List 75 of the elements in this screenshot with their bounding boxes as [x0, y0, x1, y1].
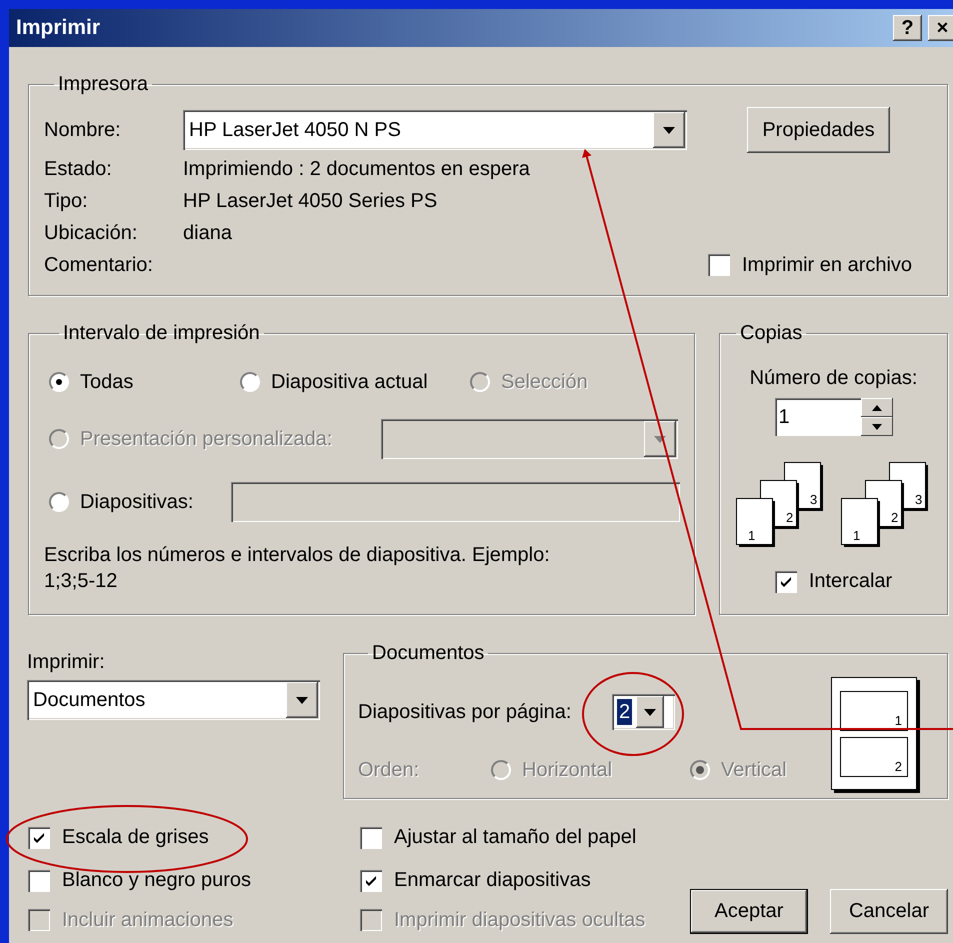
group-title: Copias [739, 322, 804, 344]
checkbox-label: Blanco y negro puros [62, 869, 252, 892]
field-label: Estado: [44, 157, 113, 182]
radio-label: Todas [80, 370, 134, 394]
field-value: diana [183, 221, 233, 246]
printer-dropdown[interactable]: HP LaserJet 4050 N PS [183, 110, 687, 150]
page-number: 2 [786, 510, 794, 525]
checkbox[interactable] [28, 870, 50, 892]
group-title: Documentos [371, 642, 486, 664]
copies-field[interactable]: 1 [774, 398, 860, 436]
page-number: 3 [810, 492, 818, 507]
caret-icon [663, 126, 675, 134]
page-number: 3 [915, 492, 922, 507]
radio-label: Diapositiva actual [271, 370, 428, 394]
radio-label: Presentación personalizada: [80, 428, 332, 450]
field-label: Ubicación: [44, 221, 138, 246]
checkbox-label: Intercalar [808, 570, 892, 593]
slide-number: 2 [894, 760, 902, 774]
group-title: Impresora [57, 73, 150, 95]
field-label: Orden: [358, 758, 420, 782]
field-label: Comentario: [44, 253, 154, 278]
checkbox[interactable] [360, 870, 382, 892]
caret-icon [644, 708, 656, 716]
checkmark-icon [778, 574, 793, 588]
checkbox-label: Imprimir en archivo [742, 254, 912, 276]
dropdown-button[interactable] [644, 421, 676, 457]
field-value: Imprimiendo : 2 documentos en espera [183, 157, 531, 182]
page-number: 1 [853, 528, 860, 543]
radio-label: Horizontal [522, 758, 612, 782]
radio-button[interactable] [240, 372, 260, 392]
field-label: Imprimir: [27, 650, 106, 674]
dropdown-button[interactable] [653, 112, 685, 148]
window-title: Imprimir [16, 16, 102, 40]
slides-field[interactable] [231, 482, 680, 522]
ok-button[interactable]: Aceptar [690, 889, 808, 934]
slides-per-page-dropdown[interactable]: 2 [612, 694, 675, 730]
dropdown-button[interactable] [636, 696, 664, 728]
radio-label: Selección [501, 370, 588, 394]
field-label: Diapositivas por página: [358, 700, 572, 724]
checkbox-label: Escala de grises [62, 826, 209, 849]
checkmark-icon [364, 874, 378, 888]
hint-text: Escriba los números e intervalos de diapositiva. Ejemplo: 1;3;5-12 [44, 543, 551, 594]
slide-number: 1 [894, 714, 902, 728]
radio-button[interactable] [49, 492, 69, 512]
checkbox-label: Enmarcar diapositivas [394, 869, 591, 892]
group-title: Intervalo de impresión [62, 322, 261, 344]
close-button[interactable]: × [928, 15, 953, 41]
field-label: Número de copias: [750, 366, 918, 391]
dropdown-button[interactable] [286, 682, 318, 718]
checkbox-label: Incluir animaciones [62, 908, 234, 932]
checkbox[interactable] [360, 826, 382, 848]
checkmark-icon [32, 830, 46, 844]
spin-arrow-icon [872, 424, 882, 430]
radio-button[interactable] [49, 372, 69, 392]
checkbox[interactable] [774, 570, 797, 592]
checkbox[interactable] [708, 254, 730, 276]
spin-arrow-icon [872, 404, 882, 410]
caret-icon [296, 696, 308, 704]
help-button[interactable]: ? [893, 15, 922, 41]
field-label: Nombre: [44, 118, 122, 143]
checkbox-label: Imprimir diapositivas ocultas [394, 908, 646, 932]
page-number: 2 [891, 510, 898, 525]
show-dropdown[interactable] [381, 419, 678, 459]
properties-button[interactable]: Propiedades [747, 107, 890, 153]
print-what-dropdown[interactable]: Documentos [27, 680, 320, 720]
caret-icon [654, 436, 666, 442]
cancel-button[interactable]: Cancelar [830, 889, 948, 934]
radio-label: Vertical [721, 758, 787, 782]
checkbox[interactable] [28, 826, 50, 848]
field-label: Tipo: [44, 189, 89, 214]
radio-label: Diapositivas: [80, 490, 194, 514]
field-value: HP LaserJet 4050 Series PS [183, 189, 438, 214]
spin-buttons[interactable] [860, 398, 892, 436]
page-number: 1 [748, 528, 756, 543]
checkbox-label: Ajustar al tamaño del papel [394, 826, 636, 849]
